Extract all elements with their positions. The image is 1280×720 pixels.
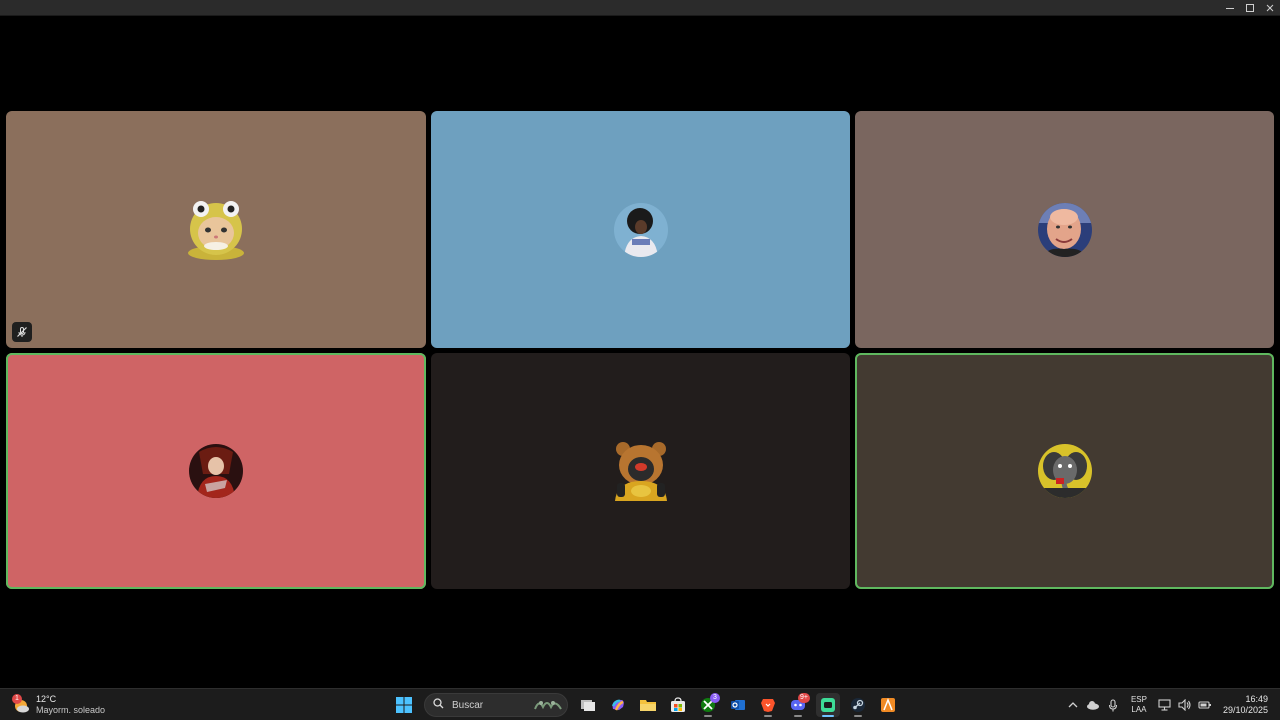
affinity-icon[interactable] [876,693,900,717]
outlook-icon[interactable] [726,693,750,717]
maximize-icon[interactable] [1240,0,1260,16]
cartoon-elephant-avatar [1037,444,1092,498]
taskbar: 1 12°C Mayorm. soleado Buscar 3 9+ ESP L… [0,688,1280,720]
discord-badge: 9+ [798,693,810,703]
participant-tile[interactable] [431,353,850,589]
xbox-icon[interactable]: 3 [696,693,720,717]
task-view-icon[interactable] [576,693,600,717]
frog-hat-cat-avatar [186,199,246,261]
close-icon[interactable] [1260,0,1280,16]
search-icon [433,696,444,714]
bald-man-avatar [1037,202,1092,257]
afro-person-avatar [613,202,668,257]
minimize-icon[interactable] [1220,0,1240,16]
participant-tile[interactable] [6,111,426,348]
onedrive-icon[interactable] [1083,695,1103,715]
microphone-icon[interactable] [1103,695,1123,715]
clock-date: 29/10/2025 [1222,705,1268,715]
weather-description: Mayorm. soleado [36,705,106,715]
sun-cloud-icon: 1 [12,694,30,714]
chevron-up-icon[interactable] [1063,695,1083,715]
mic-muted-icon [12,322,32,342]
clock-time: 16:49 [1245,694,1268,704]
window-controls [1220,0,1280,16]
file-explorer-icon[interactable] [636,693,660,717]
system-tray: ESP LAA 16:49 29/10/2025 [1063,692,1280,718]
battery-icon[interactable] [1195,695,1215,715]
windows-start-icon[interactable] [392,693,416,717]
red-warrior-avatar [189,444,243,498]
chat-app-icon[interactable] [816,693,840,717]
discord-icon[interactable]: 9+ [786,693,810,717]
copilot-icon[interactable] [606,693,630,717]
participant-tile[interactable] [431,111,850,348]
xbox-badge: 3 [710,693,720,703]
taskbar-apps: Buscar 3 9+ [392,692,900,718]
call-stage [0,16,1280,688]
participant-tile[interactable] [855,353,1274,589]
microsoft-store-icon[interactable] [666,693,690,717]
input-language[interactable]: ESP LAA [1131,695,1147,715]
weather-temperature: 12°C [36,694,57,704]
search-highlight-icon [534,701,562,710]
clock[interactable]: 16:49 29/10/2025 [1223,694,1268,716]
armored-bear-avatar [609,439,673,503]
brave-icon[interactable] [756,693,780,717]
search-placeholder: Buscar [452,699,484,711]
weather-widget[interactable]: 1 12°C Mayorm. soleado [12,692,105,718]
participant-tile[interactable] [855,111,1274,348]
weather-alert-badge: 1 [12,694,22,704]
network-icon[interactable] [1155,695,1175,715]
search-box[interactable]: Buscar [424,693,568,717]
participant-tile[interactable] [6,353,426,589]
steam-icon[interactable] [846,693,870,717]
volume-icon[interactable] [1175,695,1195,715]
window-titlebar [0,0,1280,16]
